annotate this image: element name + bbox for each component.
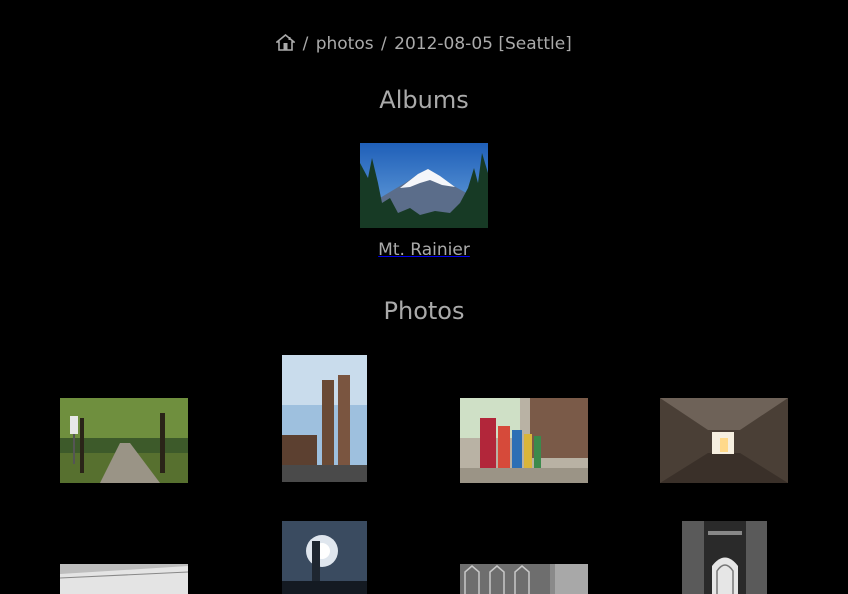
photo-thumbnail[interactable]	[282, 355, 367, 482]
album-caption: Mt. Rainier	[378, 240, 470, 260]
photo-thumbnail[interactable]	[682, 521, 767, 594]
corridor-image	[660, 398, 788, 483]
bw-tower-image	[682, 521, 767, 594]
photos-heading: Photos	[383, 297, 465, 325]
album-thumbnail	[360, 143, 488, 228]
photo-thumbnail[interactable]	[60, 398, 188, 483]
gothic-facade-image	[460, 564, 588, 594]
tree-path-image	[60, 398, 188, 483]
breadcrumb-separator: /	[302, 34, 309, 54]
breadcrumb-photos-link[interactable]: photos	[316, 34, 374, 54]
photo-thumbnail[interactable]	[460, 398, 588, 483]
sun-statue-image	[282, 521, 367, 594]
home-icon	[276, 34, 296, 51]
photo-thumbnail[interactable]	[460, 564, 588, 594]
photo-thumbnail[interactable]	[282, 521, 367, 594]
breadcrumb-home[interactable]	[276, 34, 300, 54]
photo-thumbnail[interactable]	[60, 564, 188, 594]
album-mt-rainier[interactable]: Mt. Rainier	[360, 143, 488, 260]
photo-thumbnail[interactable]	[660, 398, 788, 483]
breadcrumb-separator: /	[381, 34, 387, 54]
breadcrumb: / photos / 2012-08-05 [Seattle]	[0, 34, 848, 54]
breadcrumb-current-album: 2012-08-05 [Seattle]	[394, 34, 572, 54]
brick-towers-image	[282, 355, 367, 482]
colored-doors-image	[460, 398, 588, 483]
albums-heading: Albums	[379, 86, 469, 114]
bw-building-image	[60, 564, 188, 594]
